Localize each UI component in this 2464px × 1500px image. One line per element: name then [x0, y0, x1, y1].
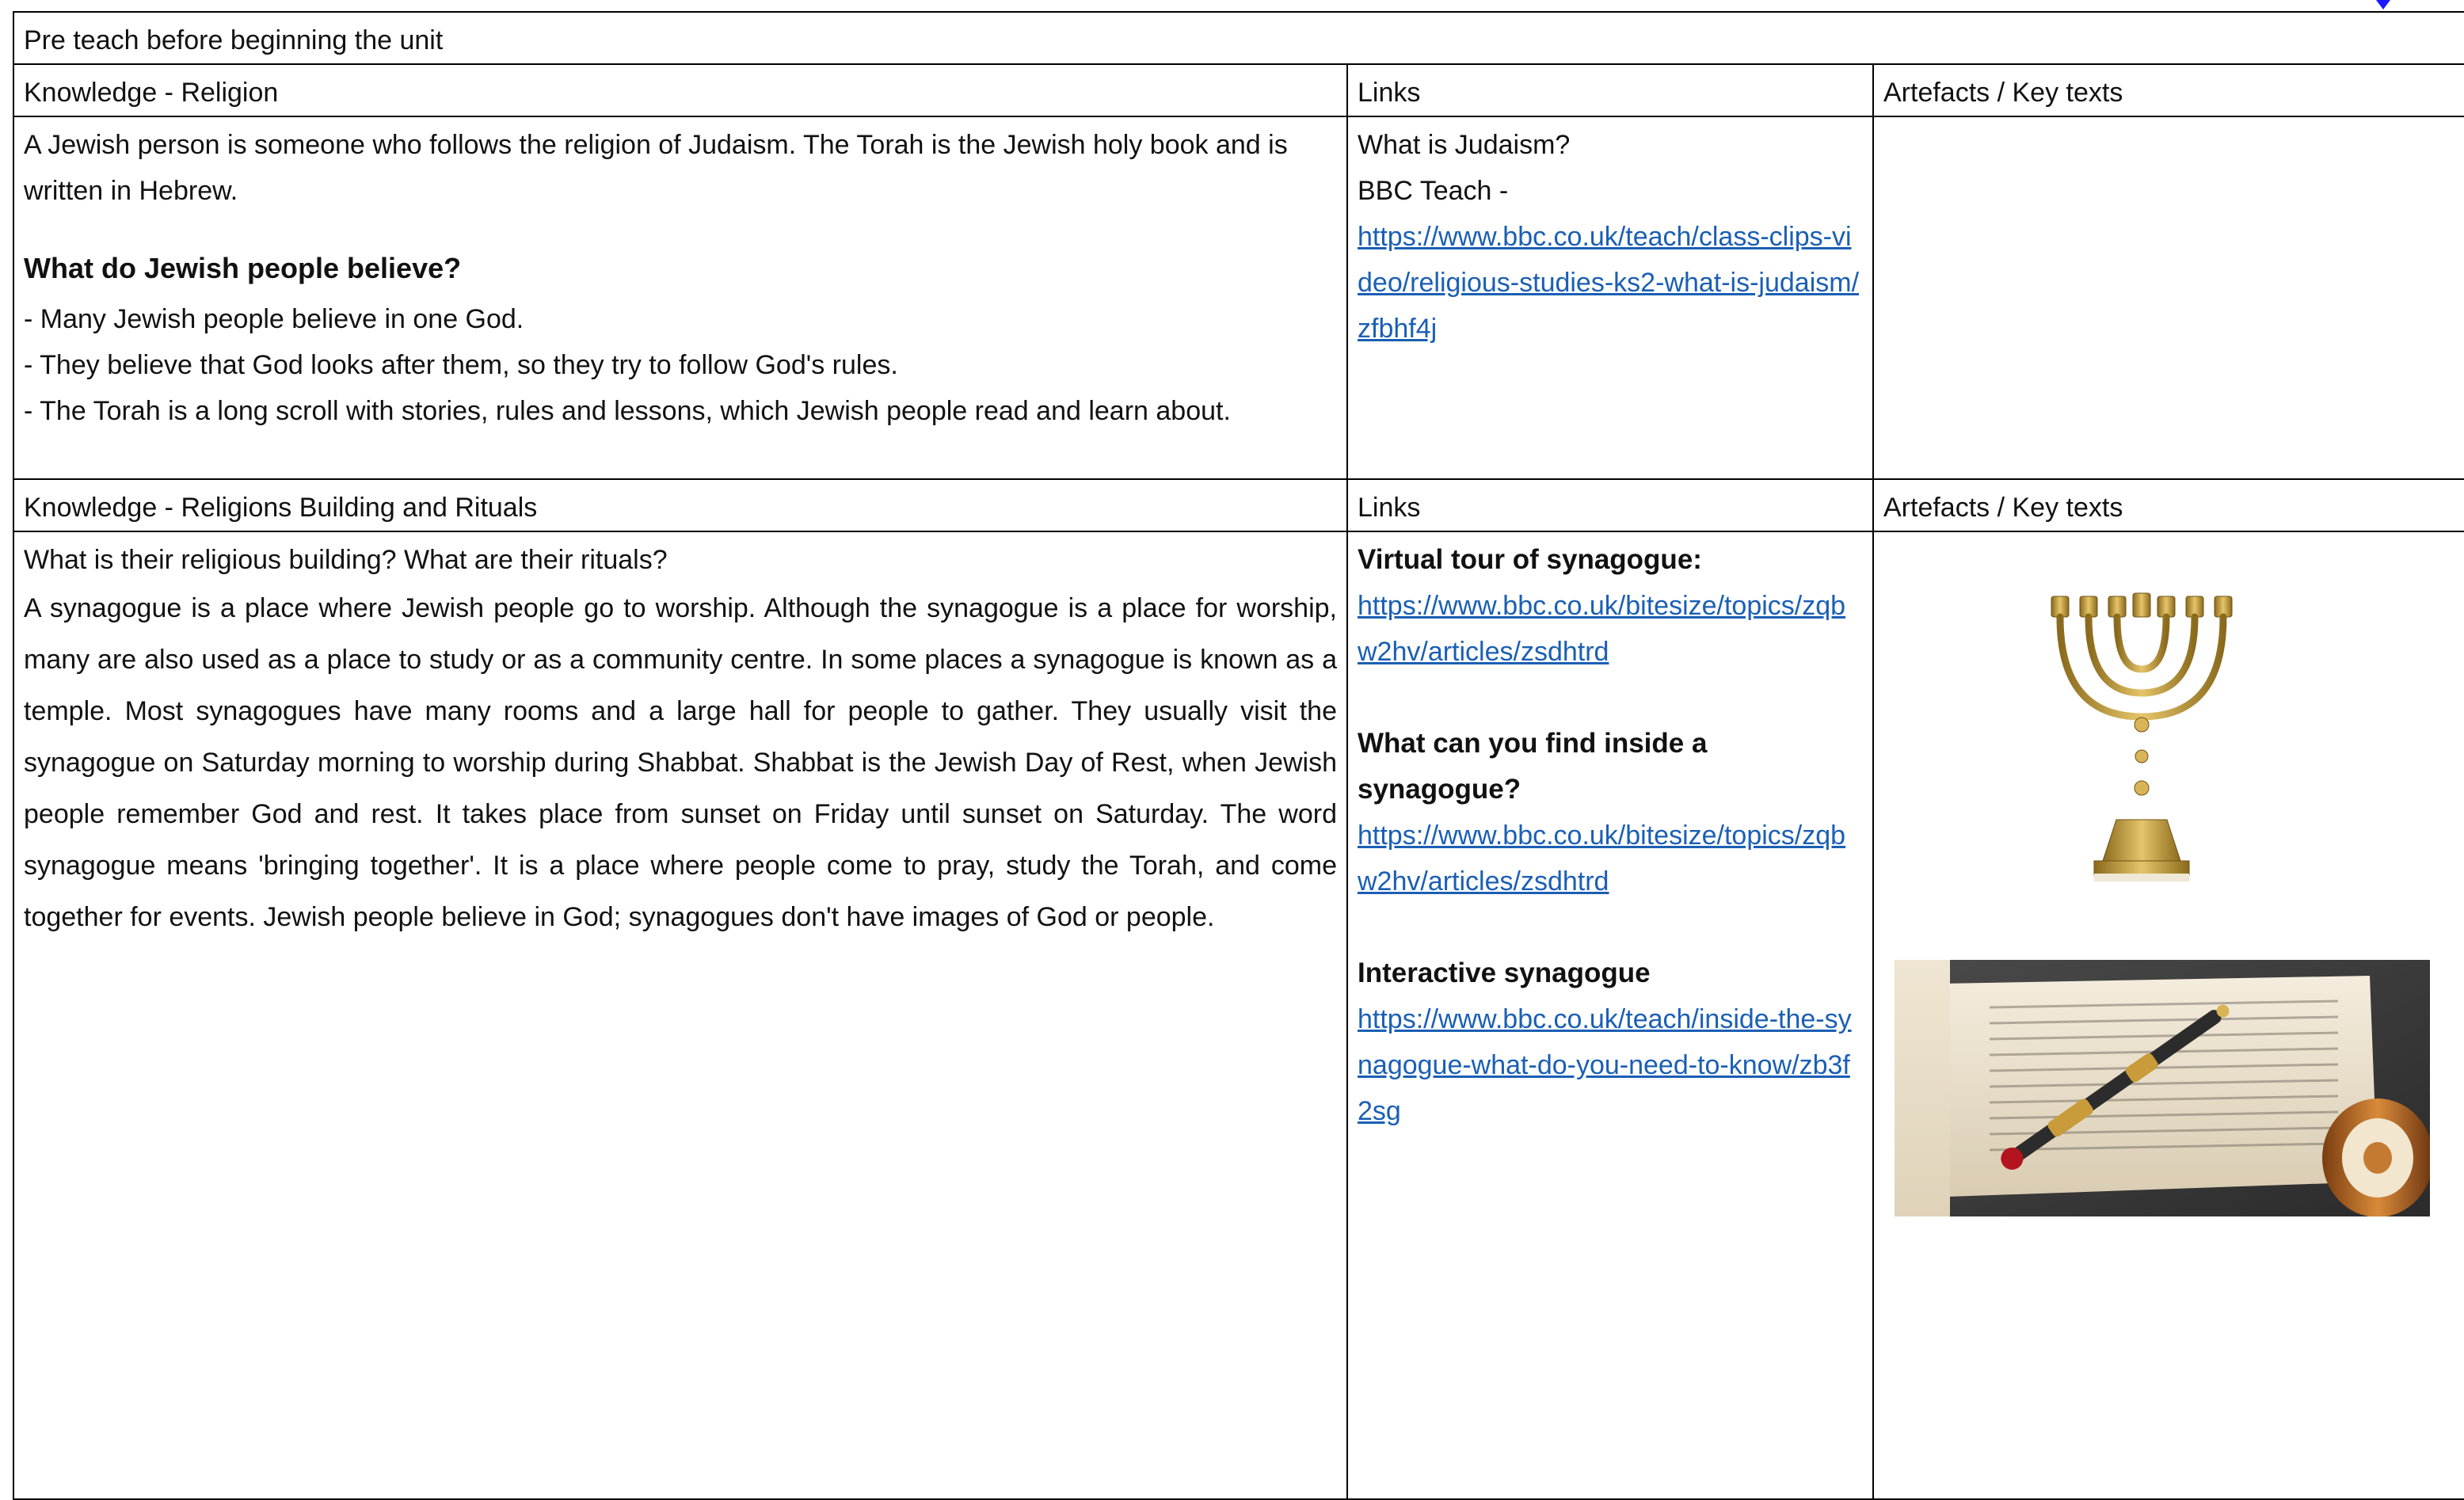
menorah-image	[2047, 590, 2237, 883]
torah-scroll-image	[1895, 960, 2430, 1216]
artefacts-cell-religion	[1872, 116, 2464, 480]
bbc-teach-link[interactable]: https://www.bbc.co.uk/teach/class-clips-…	[1358, 222, 1859, 344]
link-label: What can you find inside a synagogue?	[1358, 728, 1708, 805]
knowledge-building-cell: What is their religious building? What a…	[13, 531, 1348, 1500]
rituals-question: What is their religious building? What a…	[24, 545, 668, 575]
knowledge-religion-cell: A Jewish person is someone who follows t…	[13, 116, 1348, 480]
links-header: Links	[1346, 478, 1874, 532]
knowledge-header: Knowledge - Religions Building and Ritua…	[13, 478, 1348, 532]
link-label: BBC Teach -	[1358, 176, 1509, 206]
knowledge-header: Knowledge - Religion	[13, 63, 1348, 117]
intro-text: A Jewish person is someone who follows t…	[24, 130, 1288, 206]
scroll-marker-icon	[2376, 0, 2390, 10]
virtual-tour-link[interactable]: https://www.bbc.co.uk/bitesize/topics/zq…	[1358, 591, 1845, 667]
page-title: Pre teach before beginning the unit	[13, 11, 2464, 65]
belief-item: - Many Jewish people believe in one God.	[24, 304, 524, 334]
synagogue-text: A synagogue is a place where Jewish peop…	[24, 593, 1337, 932]
inside-synagogue-link[interactable]: https://www.bbc.co.uk/bitesize/topics/zq…	[1358, 820, 1845, 897]
links-header: Links	[1346, 63, 1874, 117]
links-cell-building: Virtual tour of synagogue: https://www.b…	[1346, 531, 1874, 1500]
link-label: Interactive synagogue	[1358, 957, 1651, 988]
belief-item: - The Torah is a long scroll with storie…	[24, 396, 1231, 426]
artefacts-header: Artefacts / Key texts	[1872, 478, 2464, 532]
belief-item: - They believe that God looks after them…	[24, 350, 898, 380]
beliefs-heading: What do Jewish people believe?	[24, 252, 462, 284]
artefacts-header: Artefacts / Key texts	[1872, 63, 2464, 117]
links-cell-religion: What is Judaism? BBC Teach - https://www…	[1346, 116, 1874, 480]
link-label: Virtual tour of synagogue:	[1358, 544, 1702, 575]
link-label: What is Judaism?	[1358, 130, 1571, 160]
interactive-synagogue-link[interactable]: https://www.bbc.co.uk/teach/inside-the-s…	[1358, 1004, 1852, 1126]
